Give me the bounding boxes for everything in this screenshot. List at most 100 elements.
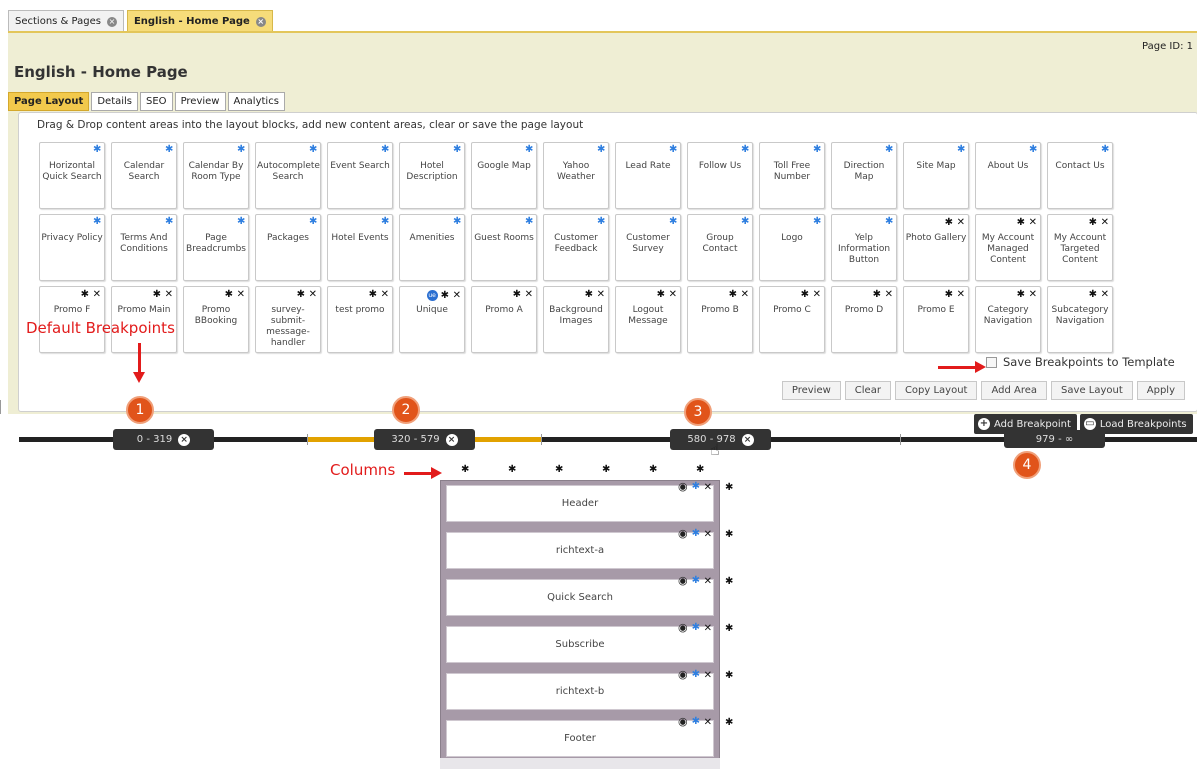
content-area-tile[interactable]: ✱ ✕ Promo C: [759, 286, 825, 353]
settings-gear-icon[interactable]: ✱: [692, 623, 700, 633]
delete-icon[interactable]: ✕: [704, 717, 712, 727]
settings-gear-icon[interactable]: ✱: [741, 217, 749, 227]
add-area-button[interactable]: Add Area: [981, 381, 1048, 400]
settings-gear-icon[interactable]: ✱: [597, 217, 605, 227]
column-gear-icon[interactable]: ✱: [461, 465, 470, 475]
settings-gear-icon[interactable]: ✱: [729, 290, 738, 300]
content-area-tile[interactable]: ✱ Terms And Conditions: [111, 214, 177, 281]
content-area-tile[interactable]: ✱ ✕ survey-submit-message-handler: [255, 286, 321, 353]
settings-gear-icon[interactable]: ✱: [692, 529, 700, 539]
content-area-tile[interactable]: ✱ ✕ Promo D: [831, 286, 897, 353]
content-area-tile[interactable]: ✱ ✕ Category Navigation: [975, 286, 1041, 353]
side-collapse-handle[interactable]: [0, 400, 5, 414]
settings-gear-icon[interactable]: ✱: [957, 145, 965, 155]
layout-block[interactable]: richtext-a: [446, 532, 714, 569]
content-area-tile[interactable]: ✱ Autocomplete Search: [255, 142, 321, 209]
breakpoint-divider[interactable]: [541, 434, 542, 445]
eye-icon[interactable]: ◉: [678, 622, 688, 633]
layout-block[interactable]: Footer: [446, 720, 714, 757]
tab-details[interactable]: Details: [91, 92, 139, 111]
close-icon[interactable]: ×: [255, 16, 266, 27]
clear-button[interactable]: Clear: [844, 381, 891, 400]
settings-gear-icon[interactable]: ✱: [1017, 218, 1026, 228]
breakpoint-range-1[interactable]: 0 - 319 ×: [113, 429, 214, 450]
content-area-tile[interactable]: ✱ Yahoo Weather: [543, 142, 609, 209]
layout-block[interactable]: Subscribe: [446, 626, 714, 663]
delete-icon[interactable]: ✕: [93, 290, 101, 300]
eye-icon[interactable]: ◉: [678, 669, 688, 680]
delete-icon[interactable]: ✕: [704, 576, 712, 586]
settings-gear-icon[interactable]: ✱: [309, 145, 317, 155]
settings-gear-icon[interactable]: ✱: [692, 482, 700, 492]
delete-icon[interactable]: ✕: [885, 290, 893, 300]
settings-gear-icon[interactable]: ✱: [153, 290, 162, 300]
content-area-tile[interactable]: ✱ Customer Survey: [615, 214, 681, 281]
delete-icon[interactable]: ✕: [381, 290, 389, 300]
settings-gear-icon[interactable]: ✱: [441, 291, 450, 301]
settings-gear-icon[interactable]: ✱: [945, 218, 954, 228]
delete-icon[interactable]: ✕: [1029, 218, 1037, 228]
apply-button[interactable]: Apply: [1136, 381, 1185, 400]
remove-breakpoint-icon[interactable]: ×: [445, 433, 458, 446]
row-gear-icon[interactable]: ✱: [725, 717, 733, 728]
settings-gear-icon[interactable]: ✱: [801, 290, 810, 300]
eye-icon[interactable]: ◉: [678, 481, 688, 492]
content-area-tile[interactable]: ✱ Google Map: [471, 142, 537, 209]
content-area-tile[interactable]: ✱ ✕ Promo E: [903, 286, 969, 353]
settings-gear-icon[interactable]: ✱: [813, 217, 821, 227]
breakpoint-divider[interactable]: [307, 434, 308, 445]
delete-icon[interactable]: ✕: [237, 290, 245, 300]
breakpoint-divider[interactable]: [900, 434, 901, 445]
row-gear-icon[interactable]: ✱: [725, 623, 733, 634]
save-layout-button[interactable]: Save Layout: [1051, 381, 1133, 400]
content-area-tile[interactable]: ✱ Calendar Search: [111, 142, 177, 209]
settings-gear-icon[interactable]: ✱: [813, 145, 821, 155]
settings-gear-icon[interactable]: ✱: [692, 576, 700, 586]
content-area-tile[interactable]: ✱ About Us: [975, 142, 1041, 209]
settings-gear-icon[interactable]: ✱: [657, 290, 666, 300]
settings-gear-icon[interactable]: ✱: [525, 217, 533, 227]
delete-icon[interactable]: ✕: [1101, 218, 1109, 228]
content-area-tile[interactable]: ✱ ✕ Photo Gallery: [903, 214, 969, 281]
settings-gear-icon[interactable]: ✱: [381, 145, 389, 155]
settings-gear-icon[interactable]: ✱: [513, 290, 522, 300]
content-area-tile[interactable]: ✱ Page Breadcrumbs: [183, 214, 249, 281]
settings-gear-icon[interactable]: ✱: [81, 290, 90, 300]
row-gear-icon[interactable]: ✱: [725, 482, 733, 493]
column-gear-icon[interactable]: ✱: [555, 465, 564, 475]
row-gear-icon[interactable]: ✱: [725, 670, 733, 681]
delete-icon[interactable]: ✕: [1101, 290, 1109, 300]
save-breakpoints-checkbox[interactable]: [986, 356, 997, 368]
row-gear-icon[interactable]: ✱: [725, 576, 733, 587]
content-area-tile[interactable]: ✱ ✕ My Account Managed Content: [975, 214, 1041, 281]
settings-gear-icon[interactable]: ✱: [93, 145, 101, 155]
settings-gear-icon[interactable]: ✱: [669, 217, 677, 227]
tab-analytics[interactable]: Analytics: [227, 92, 285, 111]
tab-sections-pages[interactable]: Sections & Pages ×: [8, 10, 124, 32]
remove-breakpoint-icon[interactable]: ×: [741, 433, 754, 446]
content-area-tile[interactable]: ✱ Lead Rate: [615, 142, 681, 209]
layout-block[interactable]: Header: [446, 485, 714, 522]
content-area-tile[interactable]: ✱ ✕ Logout Message: [615, 286, 681, 353]
content-area-tile[interactable]: ✱ Direction Map: [831, 142, 897, 209]
content-area-tile[interactable]: ✱ Logo: [759, 214, 825, 281]
eye-icon[interactable]: ◉: [678, 716, 688, 727]
settings-gear-icon[interactable]: ✱: [885, 217, 893, 227]
settings-gear-icon[interactable]: ✱: [381, 217, 389, 227]
settings-gear-icon[interactable]: ✱: [93, 217, 101, 227]
delete-icon[interactable]: ✕: [704, 529, 712, 539]
settings-gear-icon[interactable]: ✱: [1089, 218, 1098, 228]
delete-icon[interactable]: ✕: [704, 623, 712, 633]
column-gear-icon[interactable]: ✱: [696, 465, 705, 475]
settings-gear-icon[interactable]: ✱: [525, 145, 533, 155]
content-area-tile[interactable]: ✱ Toll Free Number: [759, 142, 825, 209]
content-area-tile[interactable]: ✱ ✕ Subcategory Navigation: [1047, 286, 1113, 353]
row-gear-icon[interactable]: ✱: [725, 529, 733, 540]
close-icon[interactable]: ×: [106, 16, 117, 27]
settings-gear-icon[interactable]: ✱: [945, 290, 954, 300]
content-area-tile[interactable]: ✱ Calendar By Room Type: [183, 142, 249, 209]
settings-gear-icon[interactable]: ✱: [165, 217, 173, 227]
content-area-tile[interactable]: ✱ Event Search: [327, 142, 393, 209]
copy-layout-button[interactable]: Copy Layout: [894, 381, 978, 400]
delete-icon[interactable]: ✕: [525, 290, 533, 300]
